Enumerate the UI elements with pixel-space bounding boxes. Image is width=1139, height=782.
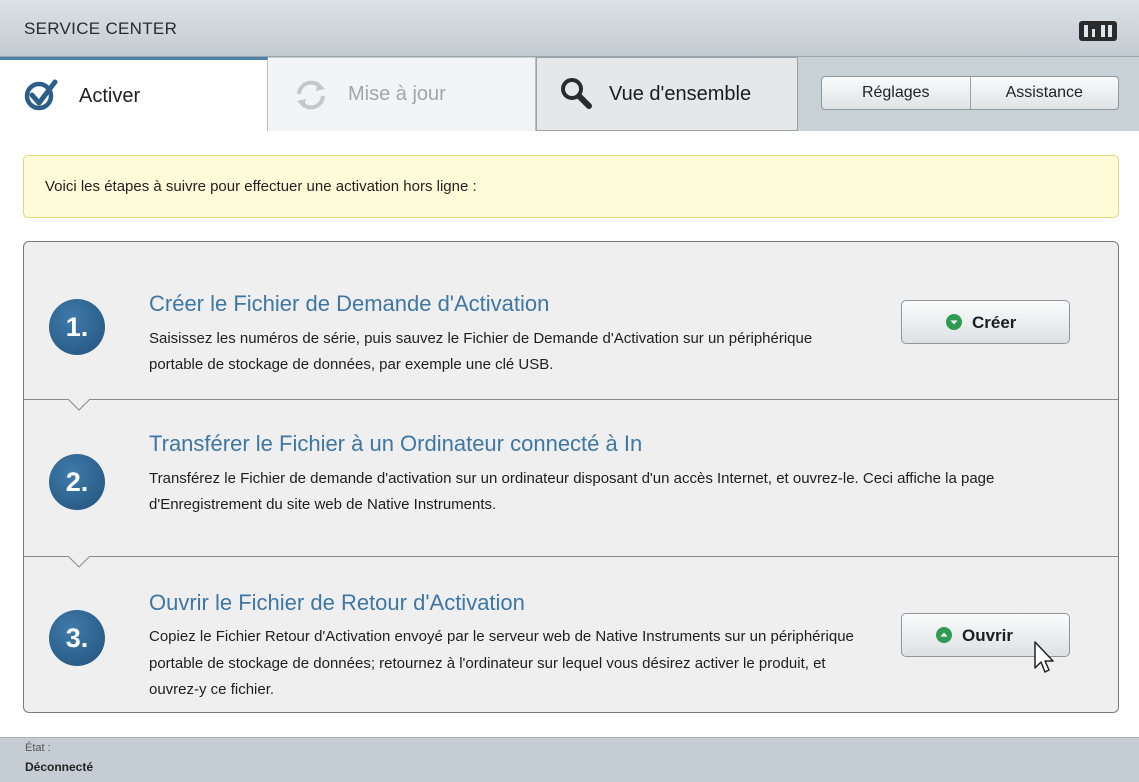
status-label: État :: [25, 742, 51, 754]
mouse-cursor-icon: [1034, 641, 1054, 673]
tab-vue-ensemble-label: Vue d'ensemble: [609, 83, 752, 105]
step-title: Ouvrir le Fichier de Retour d'Activation: [149, 590, 525, 615]
step-3: 3. Ouvrir le Fichier de Retour d'Activat…: [24, 556, 1118, 712]
step-title: Créer le Fichier de Demande d'Activation: [149, 291, 550, 316]
step-description: Copiez le Fichier Retour d'Activation en…: [149, 628, 854, 698]
step-number-badge: 2.: [49, 454, 105, 510]
window-title: SERVICE CENTER: [24, 19, 178, 38]
tab-activer-label: Activer: [79, 85, 141, 107]
open-button-label: Ouvrir: [962, 626, 1014, 645]
step-2: 2. Transférer le Fichier à un Ordinateur…: [24, 399, 1118, 556]
tab-activer[interactable]: Activer: [0, 57, 268, 131]
step-number-badge: 1.: [49, 299, 105, 355]
arrow-down-circle-icon: [946, 314, 962, 330]
tab-mise-a-jour-label: Mise à jour: [348, 83, 446, 105]
tab-mise-a-jour[interactable]: Mise à jour: [268, 57, 536, 131]
create-button-label: Créer: [972, 313, 1017, 332]
title-bar: SERVICE CENTER: [0, 0, 1139, 57]
step-number-badge: 3.: [49, 610, 105, 666]
info-banner: Voici les étapes à suivre pour effectuer…: [23, 155, 1119, 218]
tab-vue-ensemble[interactable]: Vue d'ensemble: [536, 57, 798, 131]
step-connector-notch: [68, 556, 90, 568]
header-button-group: Réglages Assistance: [821, 76, 1119, 110]
step-description: Saisissez les numéros de série, puis sau…: [149, 330, 813, 373]
search-icon: [561, 78, 592, 109]
arrow-up-circle-icon: [936, 627, 952, 643]
step-title: Transférer le Fichier à un Ordinateur co…: [149, 431, 643, 456]
native-instruments-logo-icon: [1079, 21, 1117, 41]
step-description: Transférez le Fichier de demande d'activ…: [149, 470, 995, 513]
settings-button[interactable]: Réglages: [822, 77, 970, 109]
step-connector-notch: [68, 399, 90, 411]
create-button[interactable]: Créer: [901, 300, 1070, 344]
steps-panel: 1. Créer le Fichier de Demande d'Activat…: [23, 241, 1119, 713]
refresh-icon: [297, 80, 325, 110]
info-text: Voici les étapes à suivre pour effectuer…: [45, 178, 477, 195]
connection-status: Déconnecté: [25, 760, 94, 774]
checkmark-icon: [24, 79, 58, 111]
step-1: 1. Créer le Fichier de Demande d'Activat…: [24, 242, 1118, 399]
status-bar: État : Déconnecté: [0, 737, 1139, 782]
support-button[interactable]: Assistance: [969, 77, 1119, 109]
